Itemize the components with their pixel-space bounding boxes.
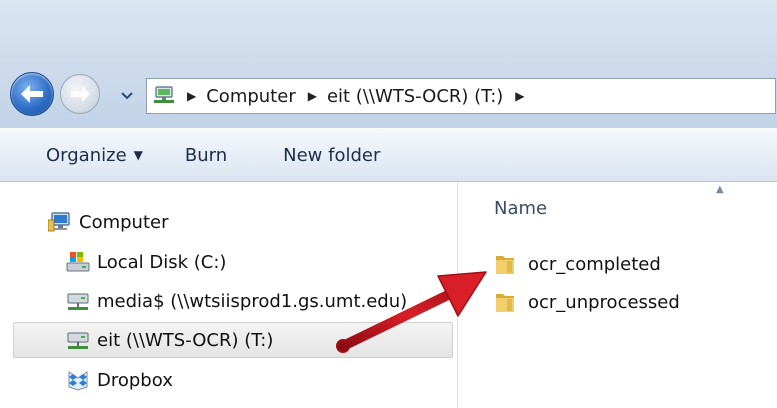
organize-button[interactable]: Organize ▼	[46, 145, 143, 166]
new-folder-button[interactable]: New folder	[283, 145, 380, 166]
file-name: ocr_completed	[528, 253, 661, 275]
nav-item-dropbox[interactable]: Dropbox	[66, 362, 173, 398]
file-row-ocr-unprocessed[interactable]: ocr_unprocessed	[494, 286, 680, 318]
folder-icon	[494, 290, 516, 314]
breadcrumb-computer[interactable]: Computer	[206, 86, 295, 107]
forward-arrow-icon	[71, 86, 90, 102]
network-drive-icon	[66, 328, 90, 352]
explorer-window: ▶ Computer ▶ eit (\\WTS-OCR) (T:) ▶ Orga…	[0, 0, 777, 408]
nav-item-label: media$ (\\wtsiisprod1.gs.umt.edu)	[97, 290, 408, 312]
recent-pages-dropdown[interactable]	[120, 90, 134, 102]
breadcrumb-separator-icon[interactable]: ▶	[308, 89, 317, 103]
back-button[interactable]	[10, 72, 54, 116]
burn-label: Burn	[184, 144, 228, 166]
nav-item-label: Computer	[79, 211, 169, 233]
dropbox-icon	[66, 368, 90, 392]
file-name: ocr_unprocessed	[528, 291, 680, 313]
nav-item-label: Dropbox	[97, 369, 173, 391]
burn-button[interactable]: Burn	[185, 145, 227, 166]
name-column-header[interactable]: Name	[494, 198, 547, 219]
sort-ascending-icon: ▲	[716, 184, 724, 195]
address-bar[interactable]: ▶ Computer ▶ eit (\\WTS-OCR) (T:) ▶	[146, 78, 776, 114]
chevron-down-icon	[121, 92, 133, 100]
new-folder-label: New folder	[283, 144, 381, 166]
nav-item-eit-drive[interactable]: eit (\\WTS-OCR) (T:)	[13, 322, 453, 358]
computer-icon	[48, 210, 72, 234]
title-bar: ▶ Computer ▶ eit (\\WTS-OCR) (T:) ▶	[0, 0, 777, 128]
file-row-ocr-completed[interactable]: ocr_completed	[494, 248, 661, 280]
network-drive-icon	[66, 289, 90, 313]
navigation-pane: Computer Local Disk (C:) media$ (\\wtsii…	[0, 182, 457, 408]
nav-item-local-disk[interactable]: Local Disk (C:)	[66, 244, 226, 280]
nav-item-label: eit (\\WTS-OCR) (T:)	[97, 329, 274, 351]
nav-item-computer[interactable]: Computer	[48, 204, 168, 240]
chevron-down-icon: ▼	[133, 148, 143, 162]
local-disk-icon	[66, 250, 90, 274]
breadcrumb-separator-icon[interactable]: ▶	[515, 89, 524, 103]
folder-icon	[494, 252, 516, 276]
organize-label: Organize	[46, 144, 127, 166]
forward-button[interactable]	[60, 74, 100, 114]
nav-item-label: Local Disk (C:)	[97, 251, 227, 273]
nav-item-media-share[interactable]: media$ (\\wtsiisprod1.gs.umt.edu)	[66, 283, 407, 319]
breadcrumb-separator-icon[interactable]: ▶	[187, 89, 196, 103]
back-arrow-icon	[21, 85, 43, 103]
file-list-pane: Name ▲ ocr_completed ocr_unprocessed	[458, 182, 777, 408]
command-bar: Organize ▼ Burn New folder	[0, 128, 777, 182]
network-computer-icon	[153, 85, 175, 107]
breadcrumb-eit-drive[interactable]: eit (\\WTS-OCR) (T:)	[327, 86, 503, 107]
